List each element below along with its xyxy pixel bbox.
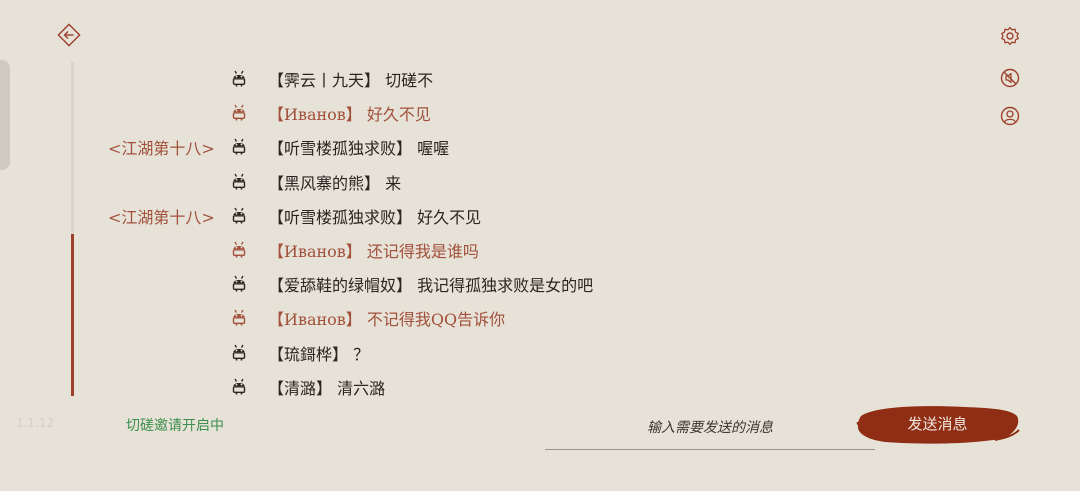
android-robot-icon <box>231 241 247 258</box>
guild-tag[interactable]: <江湖第十八> <box>108 135 216 159</box>
guild-tag[interactable]: <江湖第十八> <box>108 204 216 228</box>
android-robot-icon <box>231 309 247 326</box>
chat-message-text: 【Иванов】 不记得我QQ告诉你 <box>268 306 505 330</box>
send-button[interactable]: 发送消息 <box>855 402 1020 446</box>
back-arrow-icon <box>57 23 81 47</box>
version-label: 1.1.12 <box>16 416 55 430</box>
chat-message-row: 【爱舔鞋的绿帽奴】 我记得孤独求败是女的吧 <box>0 267 900 301</box>
message-body: 喔喔 <box>417 139 450 159</box>
message-body: 好久不见 <box>366 105 431 125</box>
chat-log: 【霁云丨九天】 切磋不 【Иванов】 好久不见 <江湖第十八> 【听雪楼孤独求败】… <box>0 62 900 404</box>
message-input[interactable] <box>545 408 875 448</box>
send-button-label: 发送消息 <box>907 415 968 433</box>
chat-message-row: 【Иванов】 还记得我是谁吗 <box>0 233 900 267</box>
chat-message-text: 【Иванов】 还记得我是谁吗 <box>268 238 479 262</box>
sender-name[interactable]: 【黑风寨的熊】 <box>268 174 380 193</box>
sender-name[interactable]: 【清潞】 <box>268 379 332 398</box>
sender-name[interactable]: 【Иванов】 <box>268 105 362 124</box>
message-body: 清六潞 <box>337 378 386 398</box>
message-input-wrapper <box>545 408 875 450</box>
chat-message-row: 【清潞】 清六潞 <box>0 370 900 404</box>
chat-message-row: 【Иванов】 不记得我QQ告诉你 <box>0 301 900 335</box>
sender-name[interactable]: 【听雪楼孤独求败】 <box>268 208 412 227</box>
message-body: 不记得我QQ告诉你 <box>366 310 506 330</box>
chat-message-row: 【黑风寨的熊】 来 <box>0 165 900 199</box>
message-body: ？ <box>353 344 370 364</box>
gear-icon <box>1001 26 1019 46</box>
back-button[interactable] <box>57 23 81 47</box>
chat-message-row: 【Иванов】 好久不见 <box>0 96 900 130</box>
chat-message-text: 【霁云丨九天】 切磋不 <box>268 67 433 91</box>
chat-message-row: <江湖第十八> 【听雪楼孤独求败】 好久不见 <box>0 199 900 233</box>
message-body: 切磋不 <box>385 71 434 91</box>
chat-message-text: 【清潞】 清六潞 <box>268 375 385 399</box>
chat-message-row: 【琉鎶桦】 ？ <box>0 336 900 370</box>
profile-button[interactable] <box>998 104 1022 128</box>
sender-name[interactable]: 【听雪楼孤独求败】 <box>268 139 412 158</box>
android-robot-icon <box>231 344 247 361</box>
chat-message-row: 【霁云丨九天】 切磋不 <box>0 62 900 96</box>
message-body: 我记得孤独求败是女的吧 <box>417 276 594 296</box>
chat-message-row: <江湖第十八> 【听雪楼孤独求败】 喔喔 <box>0 130 900 164</box>
settings-button[interactable] <box>998 24 1022 48</box>
android-robot-icon <box>231 378 247 395</box>
sender-name[interactable]: 【爱舔鞋的绿帽奴】 <box>268 276 412 295</box>
chat-message-text: 【听雪楼孤独求败】 好久不见 <box>268 204 481 228</box>
chat-message-text: 【听雪楼孤独求败】 喔喔 <box>268 135 449 159</box>
no-sound-icon <box>1000 68 1020 88</box>
sender-name[interactable]: 【霁云丨九天】 <box>268 71 380 90</box>
android-robot-icon <box>231 70 247 87</box>
android-robot-icon <box>231 275 247 292</box>
challenge-status: 切磋邀请开启中 <box>126 418 224 434</box>
android-robot-icon <box>231 207 247 224</box>
android-robot-icon <box>231 173 247 190</box>
chat-message-text: 【爱舔鞋的绿帽奴】 我记得孤独求败是女的吧 <box>268 272 593 296</box>
message-body: 还记得我是谁吗 <box>366 242 479 262</box>
chat-message-text: 【Иванов】 好久不见 <box>268 101 431 125</box>
message-body: 来 <box>385 173 402 193</box>
chat-message-text: 【琉鎶桦】 ？ <box>268 341 369 365</box>
message-body: 好久不见 <box>417 207 482 227</box>
user-icon <box>1000 106 1020 126</box>
mute-button[interactable] <box>998 66 1022 90</box>
android-robot-icon <box>231 138 247 155</box>
android-robot-icon <box>231 104 247 121</box>
sender-name[interactable]: 【Иванов】 <box>268 242 362 261</box>
sender-name[interactable]: 【琉鎶桦】 <box>268 345 348 364</box>
sender-name[interactable]: 【Иванов】 <box>268 310 362 329</box>
chat-message-text: 【黑风寨的熊】 来 <box>268 170 401 194</box>
